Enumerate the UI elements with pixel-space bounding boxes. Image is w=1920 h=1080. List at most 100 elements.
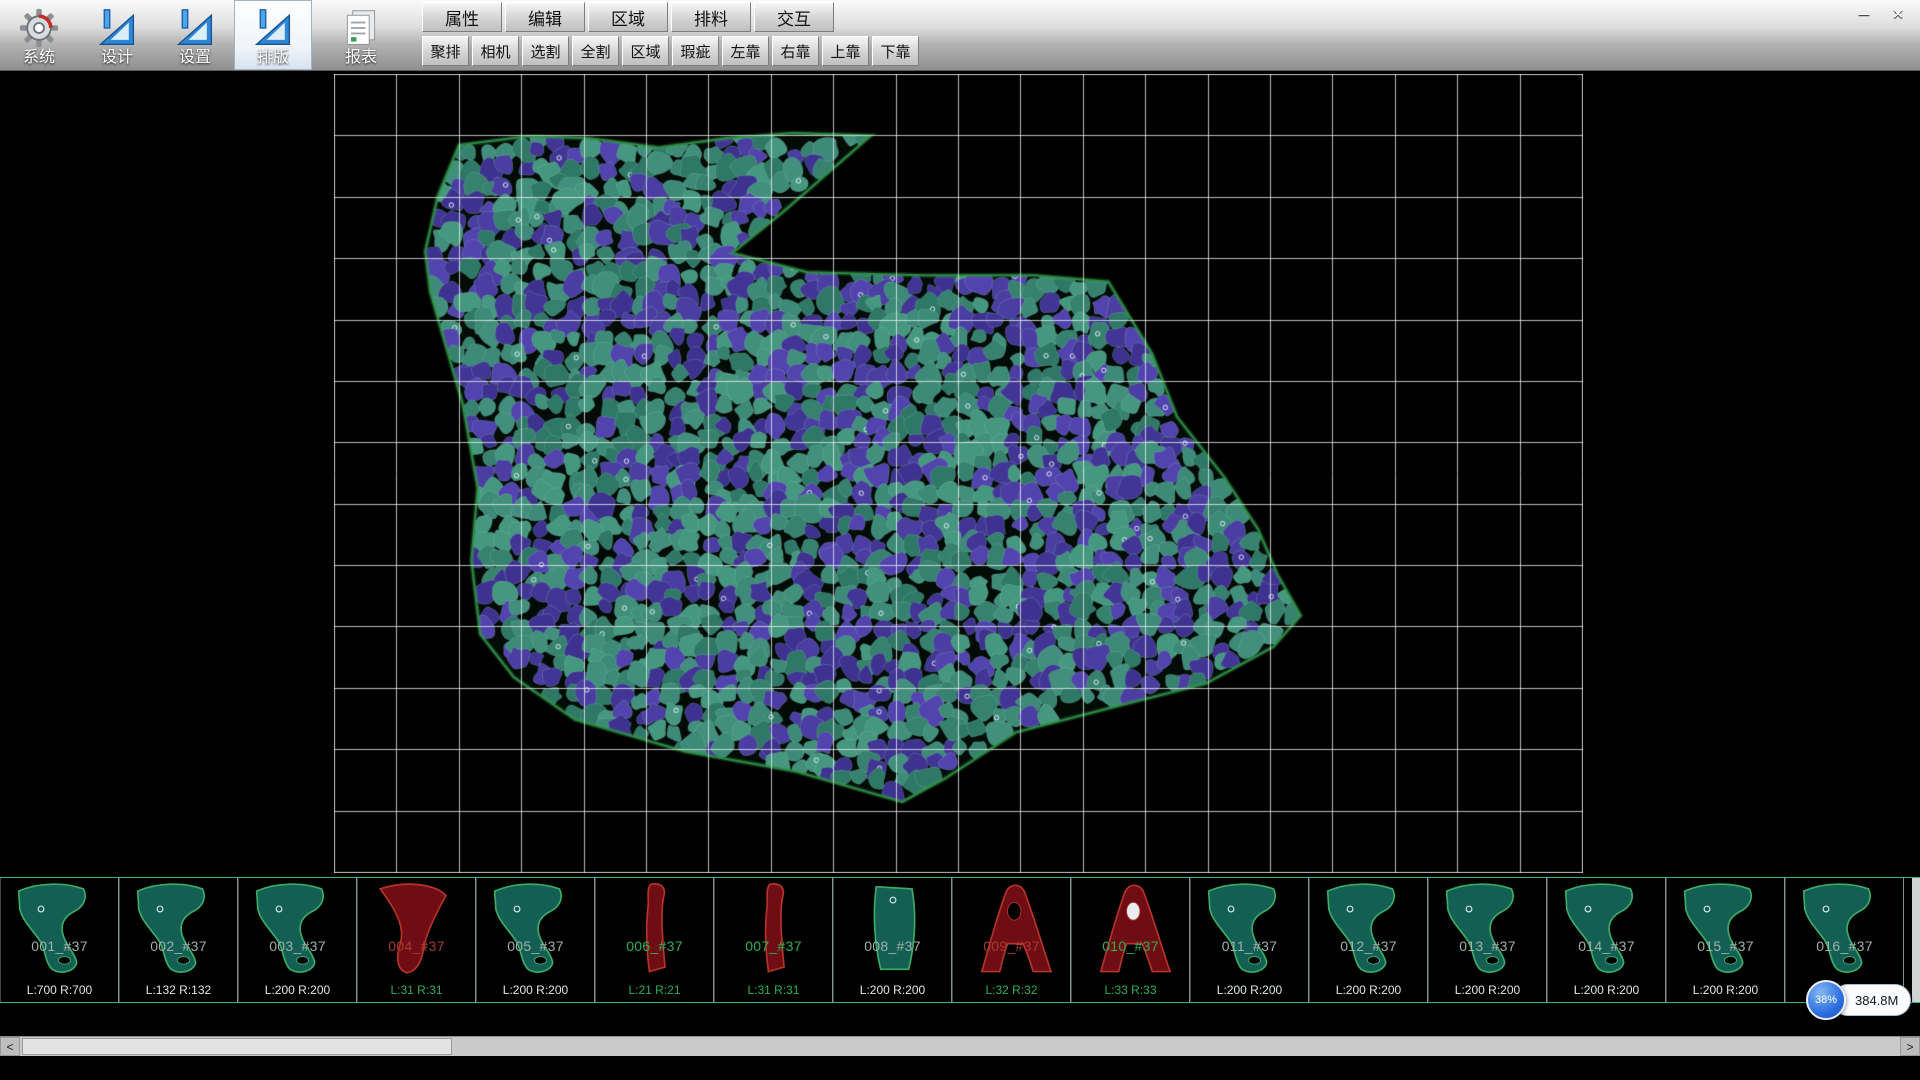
- part-thumbnail-shape: [958, 880, 1066, 976]
- ruler-icon: [253, 7, 293, 49]
- part-thumb-006[interactable]: 006_#37L:21 R:21: [595, 878, 714, 1002]
- main-button-layout[interactable]: 排版: [234, 0, 312, 70]
- menu-tab-4[interactable]: 排料: [671, 2, 751, 32]
- menu-tab-3[interactable]: 区域: [588, 2, 668, 32]
- scrollbar-thumb[interactable]: [22, 1038, 452, 1055]
- part-thumbnail-shape: [1553, 880, 1661, 976]
- progress-percent-badge[interactable]: 38%: [1806, 980, 1846, 1020]
- part-count-detail: L:200 R:200: [1548, 983, 1665, 997]
- part-thumbnail-shape: [1077, 880, 1185, 976]
- tool-button-1[interactable]: 聚排: [422, 36, 469, 66]
- memory-status: 38% 384.8M: [1806, 980, 1911, 1020]
- tool-button-5[interactable]: 区域: [622, 36, 669, 66]
- part-thumbnail-shape: [601, 880, 709, 976]
- part-thumb-008[interactable]: 008_#37 L:200 R:200: [833, 878, 952, 1002]
- menu-area: 属性编辑区域排料交互 聚排相机选割全割区域瑕疵左靠右靠上靠下靠: [422, 2, 919, 66]
- part-thumb-001[interactable]: 001_#37 L:700 R:700: [0, 878, 119, 1002]
- tool-button-3[interactable]: 选割: [522, 36, 569, 66]
- part-count-detail: L:200 R:200: [1667, 983, 1784, 997]
- menu-tab-1[interactable]: 属性: [422, 2, 502, 32]
- part-name: 003_#37: [239, 938, 356, 954]
- menu-tab-row: 属性编辑区域排料交互: [422, 2, 919, 32]
- main-toolbar-buttons: 系统 设计 设置排版 报表: [0, 0, 400, 70]
- part-thumb-014[interactable]: 014_#37L:200 R:200: [1547, 878, 1666, 1002]
- part-name: 007_#37: [715, 938, 832, 954]
- tool-button-4[interactable]: 全割: [572, 36, 619, 66]
- toolbar: 系统设计设置排版报表 属性编辑区域排料交互 聚排相机选割全割区域瑕疵左靠右靠上靠…: [0, 0, 1920, 71]
- tool-button-10[interactable]: 下靠: [872, 36, 919, 66]
- main-button-system[interactable]: 系统: [0, 0, 78, 70]
- parts-strip: 001_#37 L:700 R:700002_#37L:132 R:132003_…: [0, 877, 1920, 1003]
- main-button-label: 排版: [257, 49, 289, 67]
- ruler-icon: [97, 7, 137, 49]
- minimize-button[interactable]: ─: [1850, 3, 1878, 25]
- part-thumb-002[interactable]: 002_#37L:132 R:132: [119, 878, 238, 1002]
- part-thumbnail-shape: [839, 880, 947, 976]
- part-thumb-011[interactable]: 011_#37 L:200 R:200: [1190, 878, 1309, 1002]
- menu-tab-5[interactable]: 交互: [754, 2, 834, 32]
- part-thumb-012[interactable]: 012_#37 L:200 R:200: [1309, 878, 1428, 1002]
- part-thumbnail-shape: [720, 880, 828, 976]
- part-name: 004_#37: [358, 938, 475, 954]
- main-button-design[interactable]: 设计: [78, 0, 156, 70]
- close-button[interactable]: ✕: [1884, 3, 1912, 25]
- part-name: 016_#37: [1786, 938, 1903, 954]
- memory-usage: 384.8M: [1855, 993, 1898, 1008]
- part-thumb-015[interactable]: 015_#37 L:200 R:200: [1666, 878, 1785, 1002]
- tool-button-row: 聚排相机选割全割区域瑕疵左靠右靠上靠下靠: [422, 36, 919, 66]
- part-name: 011_#37: [1191, 938, 1308, 954]
- part-count-detail: L:200 R:200: [1310, 983, 1427, 997]
- part-count-detail: L:700 R:700: [1, 983, 118, 997]
- part-thumb-010[interactable]: 010_#37 L:33 R:33: [1071, 878, 1190, 1002]
- part-thumbnail-shape: [244, 880, 352, 976]
- application-window: 系统设计设置排版报表 属性编辑区域排料交互 聚排相机选割全割区域瑕疵左靠右靠上靠…: [0, 0, 1920, 1080]
- tool-button-6[interactable]: 瑕疵: [672, 36, 719, 66]
- main-button-label: 设计: [101, 49, 133, 67]
- part-thumbnail-shape: [1196, 880, 1304, 976]
- part-count-detail: L:31 R:31: [715, 983, 832, 997]
- part-name: 006_#37: [596, 938, 713, 954]
- part-name: 008_#37: [834, 938, 951, 954]
- part-count-detail: L:33 R:33: [1072, 983, 1189, 997]
- part-name: 012_#37: [1310, 938, 1427, 954]
- part-count-detail: L:200 R:200: [1191, 983, 1308, 997]
- part-thumbnail-shape: [125, 880, 233, 976]
- part-count-detail: L:31 R:31: [358, 983, 475, 997]
- scroll-right-arrow[interactable]: >: [1900, 1037, 1920, 1056]
- part-thumbnail-shape: [482, 880, 590, 976]
- report-icon: [341, 7, 381, 49]
- tool-button-9[interactable]: 上靠: [822, 36, 869, 66]
- part-thumb-004[interactable]: 004_#37 L:31 R:31: [357, 878, 476, 1002]
- part-name: 010_#37: [1072, 938, 1189, 954]
- horizontal-scrollbar[interactable]: < >: [0, 1036, 1920, 1056]
- part-name: 009_#37: [953, 938, 1070, 954]
- part-name: 015_#37: [1667, 938, 1784, 954]
- scroll-left-arrow[interactable]: <: [0, 1037, 20, 1056]
- part-count-detail: L:132 R:132: [120, 983, 237, 997]
- part-count-detail: L:200 R:200: [834, 983, 951, 997]
- ruler-icon: [175, 7, 215, 49]
- tool-button-8[interactable]: 右靠: [772, 36, 819, 66]
- window-controls: ─ ✕: [1850, 3, 1912, 25]
- part-thumb-005[interactable]: 005_#37L:200 R:200: [476, 878, 595, 1002]
- part-count-detail: L:200 R:200: [477, 983, 594, 997]
- part-thumbnail-shape: [363, 880, 471, 976]
- nesting-canvas[interactable]: [334, 74, 1583, 873]
- part-name: 001_#37: [1, 938, 118, 954]
- part-thumb-013[interactable]: 013_#37L:200 R:200: [1428, 878, 1547, 1002]
- part-name: 013_#37: [1429, 938, 1546, 954]
- tool-button-2[interactable]: 相机: [472, 36, 519, 66]
- tool-button-7[interactable]: 左靠: [722, 36, 769, 66]
- gear-icon: [19, 7, 59, 49]
- main-button-label: 系统: [23, 49, 55, 67]
- main-button-label: 报表: [345, 49, 377, 67]
- progress-percent: 38%: [1815, 994, 1837, 1006]
- part-thumb-007[interactable]: 007_#37 L:31 R:31: [714, 878, 833, 1002]
- main-button-report[interactable]: 报表: [322, 0, 400, 70]
- part-thumb-009[interactable]: 009_#37 L:32 R:32: [952, 878, 1071, 1002]
- main-button-settings[interactable]: 设置: [156, 0, 234, 70]
- parts-strip-scrollbar[interactable]: [1912, 878, 1920, 1002]
- menu-tab-2[interactable]: 编辑: [505, 2, 585, 32]
- part-count-detail: L:32 R:32: [953, 983, 1070, 997]
- part-thumb-003[interactable]: 003_#37L:200 R:200: [238, 878, 357, 1002]
